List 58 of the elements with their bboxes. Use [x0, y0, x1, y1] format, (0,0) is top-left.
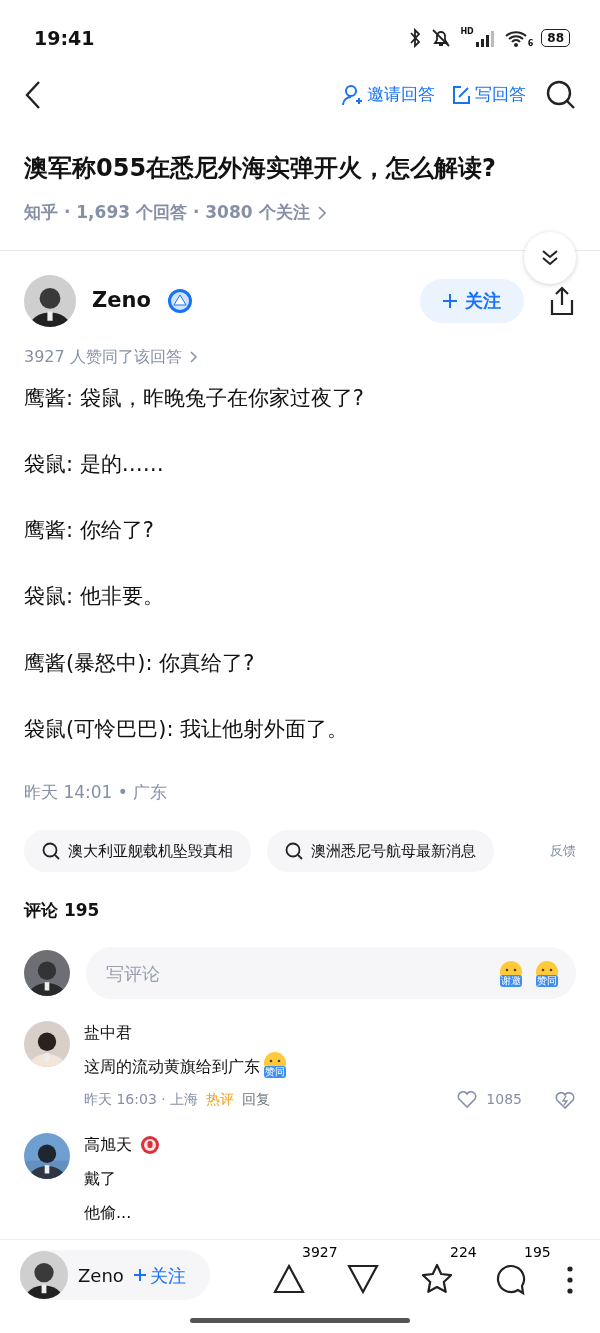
answer-paragraph: 鹰酱: 袋鼠，昨晚兔子在你家过夜了? — [24, 384, 365, 412]
commenter-name[interactable]: 盐中君 — [84, 1021, 132, 1046]
related-search-chip[interactable]: 澳洲悉尼号航母最新消息 — [267, 829, 494, 872]
like-button[interactable]: 1085 — [456, 1088, 522, 1110]
commenter-name[interactable]: 高旭天 — [84, 1133, 132, 1158]
search-button[interactable] — [546, 80, 576, 110]
comment-text: 这周的流动黄旗给到广东 — [84, 1057, 260, 1077]
favorite-button[interactable]: 224 — [412, 1244, 486, 1300]
speech-bubble-icon — [494, 1262, 528, 1296]
plus-icon — [133, 1269, 146, 1281]
answer-paragraph: 鹰酱: 你给了? — [24, 517, 155, 545]
answer-paragraph: 袋鼠(可怜巴巴): 我让他射外面了。 — [24, 716, 350, 743]
wifi-indicator: 6 — [503, 28, 534, 48]
plus-icon — [443, 293, 457, 308]
search-icon — [285, 841, 303, 860]
invite-icon — [341, 84, 363, 106]
reply-link[interactable]: 回复 — [242, 1088, 271, 1110]
comment-text: 他偷... — [84, 1203, 132, 1223]
question-title: 澳军称055在悉尼外海实弹开火，怎么解读? — [23, 153, 498, 184]
chevron-icon — [189, 350, 197, 363]
back-button[interactable] — [24, 80, 42, 110]
edit-icon — [451, 85, 471, 105]
author-chip[interactable]: Zeno 关注 — [20, 1250, 210, 1300]
answer-paragraph: 袋鼠: 是的…… — [24, 450, 165, 478]
heart-icon — [456, 1089, 479, 1110]
answer-time: 昨天 14:01 • 广东 — [23, 781, 169, 805]
triangle-down-icon — [346, 1262, 380, 1296]
collapse-button[interactable] — [524, 232, 576, 284]
star-icon — [420, 1262, 454, 1296]
follow-button[interactable]: 关注 — [420, 278, 524, 323]
answer-paragraph: 鹰酱(暴怒中): 你真给了? — [24, 649, 256, 677]
comments-button[interactable]: 195 — [486, 1244, 560, 1300]
badge-icon — [166, 287, 193, 314]
comments-header: 评论 195 — [22, 898, 101, 922]
write-answer-link[interactable]: 写回答 — [451, 82, 526, 108]
double-chevron-icon — [540, 248, 560, 268]
comment-field[interactable]: 写评论 谢邀 赞同 — [86, 947, 576, 1000]
share-button[interactable] — [548, 285, 576, 316]
search-icon — [42, 841, 60, 860]
question-meta-link[interactable]: 知乎 · 1,693 个回答 · 3080 个关注 — [0, 200, 600, 226]
invite-answer-link[interactable]: 邀请回答 — [341, 82, 435, 108]
answer-paragraph: 袋鼠: 他非要。 — [24, 583, 165, 611]
related-search-chip[interactable]: 澳大利亚舰载机坠毁真相 — [24, 829, 251, 872]
upvote-button[interactable]: 3927 — [264, 1244, 338, 1300]
triangle-up-icon — [272, 1262, 306, 1296]
follow-link[interactable]: 关注 — [133, 1261, 186, 1289]
comment-time: 昨天 16:03 · 上海 — [84, 1089, 199, 1109]
comment-text: 戴了 — [84, 1169, 116, 1189]
author-name[interactable]: Zeno — [92, 284, 151, 317]
bluetooth-icon — [408, 28, 423, 48]
feedback-link[interactable]: 反馈 — [550, 841, 576, 861]
hot-tag: 热评 — [206, 1088, 235, 1110]
upvote-summary-link[interactable]: 3927 人赞同了该回答 — [0, 344, 600, 369]
battery-level: 88 — [541, 29, 570, 47]
more-icon — [567, 1266, 573, 1294]
signal-indicator: HD — [460, 28, 496, 48]
status-time: 19:41 — [34, 25, 95, 51]
chevron-icon — [317, 205, 326, 220]
